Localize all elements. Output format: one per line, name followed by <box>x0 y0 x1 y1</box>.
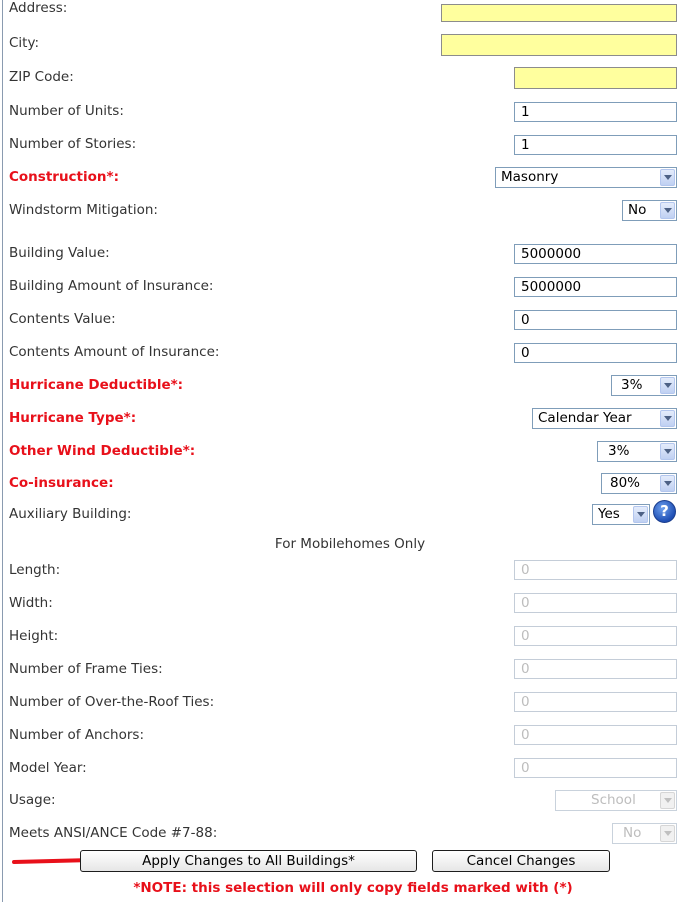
ansi-label: Meets ANSI/ANCE Code #7-88: <box>9 825 218 841</box>
row-contents-insurance: Contents Amount of Insurance: <box>0 338 682 368</box>
ansi-value: No <box>623 825 642 841</box>
construction-label: Construction*: <box>9 169 119 185</box>
row-model-year: Model Year: <box>0 754 682 784</box>
height-label: Height: <box>9 628 59 644</box>
roof-ties-label: Number of Over-the-Roof Ties: <box>9 694 215 710</box>
row-width: Width: <box>0 589 682 619</box>
hurricane-deductible-select[interactable]: 3% <box>611 375 677 396</box>
auxiliary-select[interactable]: Yes <box>592 504 650 525</box>
other-wind-select[interactable]: 3% <box>597 441 677 462</box>
width-label: Width: <box>9 595 53 611</box>
chevron-down-icon <box>660 169 675 186</box>
model-year-input[interactable] <box>514 758 677 778</box>
row-building-value: Building Value: <box>0 239 682 269</box>
units-label: Number of Units: <box>9 103 124 119</box>
chevron-down-icon <box>633 506 648 523</box>
row-roof-ties: Number of Over-the-Roof Ties: <box>0 688 682 718</box>
note-text: *NOTE: this selection will only copy fie… <box>133 880 573 896</box>
anchors-input[interactable] <box>514 725 677 745</box>
coinsurance-label: Co-insurance: <box>9 475 114 491</box>
cancel-changes-button[interactable]: Cancel Changes <box>432 850 610 872</box>
windstorm-label: Windstorm Mitigation: <box>9 202 158 218</box>
row-hurricane-deductible: Hurricane Deductible*: 3% <box>0 371 682 401</box>
zip-input[interactable] <box>514 67 677 89</box>
row-units: Number of Units: <box>0 97 682 127</box>
city-input[interactable] <box>441 34 677 56</box>
chevron-down-icon <box>660 475 675 492</box>
other-wind-label: Other Wind Deductible*: <box>9 443 196 459</box>
city-label: City: <box>9 35 40 51</box>
row-anchors: Number of Anchors: <box>0 721 682 751</box>
units-input[interactable] <box>514 102 677 122</box>
coinsurance-select[interactable]: 80% <box>601 473 677 494</box>
row-construction: Construction*: Masonry <box>0 163 682 193</box>
construction-value: Masonry <box>501 169 559 185</box>
hurricane-deductible-label: Hurricane Deductible*: <box>9 377 184 393</box>
row-address: Address: <box>0 0 682 24</box>
row-usage: Usage: School <box>0 786 682 816</box>
frame-ties-input[interactable] <box>514 659 677 679</box>
roof-ties-input[interactable] <box>514 692 677 712</box>
auxiliary-value: Yes <box>598 506 620 522</box>
usage-value: School <box>591 792 636 808</box>
address-label: Address: <box>9 0 68 16</box>
windstorm-select[interactable]: No <box>622 200 677 221</box>
anchors-label: Number of Anchors: <box>9 727 144 743</box>
row-city: City: <box>0 29 682 59</box>
chevron-down-icon <box>660 377 675 394</box>
contents-value-input[interactable] <box>514 310 677 330</box>
auxiliary-label: Auxiliary Building: <box>9 506 132 522</box>
length-label: Length: <box>9 562 61 578</box>
stories-input[interactable] <box>514 135 677 155</box>
chevron-down-icon <box>660 792 675 809</box>
row-zip: ZIP Code: <box>0 63 682 93</box>
model-year-label: Model Year: <box>9 760 87 776</box>
building-value-label: Building Value: <box>9 245 110 261</box>
stories-label: Number of Stories: <box>9 136 137 152</box>
row-auxiliary: Auxiliary Building: Yes <box>0 500 682 530</box>
building-insurance-input[interactable] <box>514 277 677 297</box>
row-height: Height: <box>0 622 682 652</box>
hurricane-type-select[interactable]: Calendar Year <box>532 408 677 429</box>
width-input[interactable] <box>514 593 677 613</box>
contents-insurance-input[interactable] <box>514 343 677 363</box>
help-icon[interactable]: ? <box>653 500 676 523</box>
windstorm-value: No <box>628 202 647 218</box>
apply-changes-button[interactable]: Apply Changes to All Buildings* <box>80 850 417 872</box>
building-insurance-label: Building Amount of Insurance: <box>9 278 214 294</box>
zip-label: ZIP Code: <box>9 69 74 85</box>
ansi-select[interactable]: No <box>612 823 677 844</box>
hurricane-type-value: Calendar Year <box>538 410 632 426</box>
row-windstorm: Windstorm Mitigation: No <box>0 196 682 226</box>
length-input[interactable] <box>514 560 677 580</box>
chevron-down-icon <box>660 825 675 842</box>
chevron-down-icon <box>660 443 675 460</box>
contents-value-label: Contents Value: <box>9 311 116 327</box>
usage-label: Usage: <box>9 792 56 808</box>
frame-ties-label: Number of Frame Ties: <box>9 661 163 677</box>
mobilehomes-heading: For Mobilehomes Only <box>274 536 426 552</box>
other-wind-value: 3% <box>608 443 630 459</box>
coinsurance-value: 80% <box>610 475 641 491</box>
hurricane-deductible-value: 3% <box>621 377 643 393</box>
chevron-down-icon <box>660 410 675 427</box>
row-length: Length: <box>0 556 682 586</box>
address-input[interactable] <box>441 4 677 22</box>
row-other-wind: Other Wind Deductible*: 3% <box>0 437 682 467</box>
row-stories: Number of Stories: <box>0 130 682 160</box>
row-ansi: Meets ANSI/ANCE Code #7-88: No <box>0 819 682 849</box>
height-input[interactable] <box>514 626 677 646</box>
row-building-insurance: Building Amount of Insurance: <box>0 272 682 302</box>
hurricane-type-label: Hurricane Type*: <box>9 410 137 426</box>
contents-insurance-label: Contents Amount of Insurance: <box>9 344 220 360</box>
row-hurricane-type: Hurricane Type*: Calendar Year <box>0 404 682 434</box>
row-contents-value: Contents Value: <box>0 305 682 335</box>
row-coinsurance: Co-insurance: 80% <box>0 469 682 499</box>
building-value-input[interactable] <box>514 244 677 264</box>
construction-select[interactable]: Masonry <box>495 167 677 188</box>
row-frame-ties: Number of Frame Ties: <box>0 655 682 685</box>
chevron-down-icon <box>660 202 675 219</box>
usage-select[interactable]: School <box>555 790 677 811</box>
